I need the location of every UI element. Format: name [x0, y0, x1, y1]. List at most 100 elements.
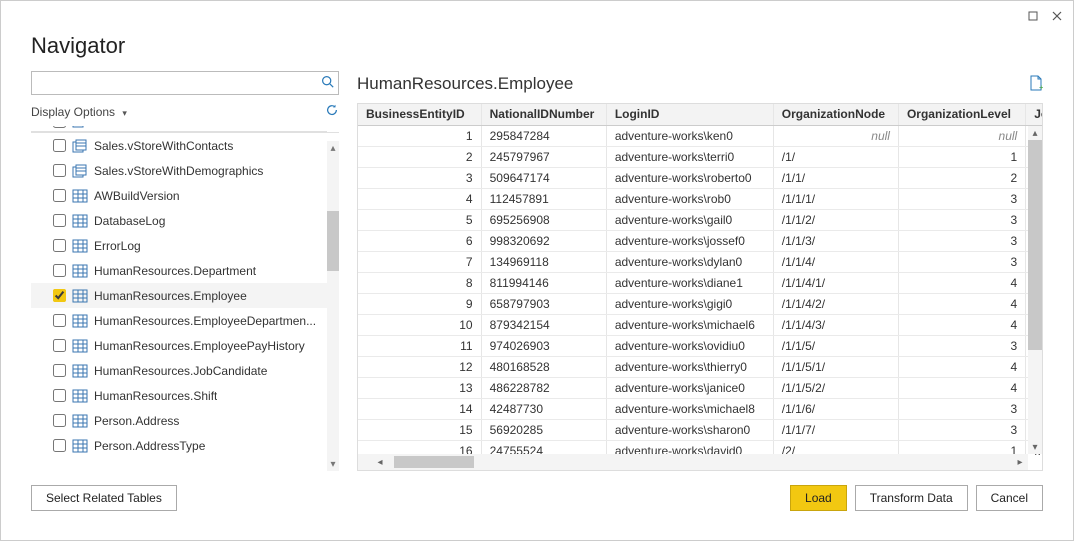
table-cell: 10	[358, 314, 481, 335]
close-button[interactable]	[1045, 5, 1069, 27]
table-cell: adventure-works\thierry0	[606, 356, 773, 377]
table-cell: 12	[358, 356, 481, 377]
table-cell: 658797903	[481, 293, 606, 314]
cancel-button[interactable]: Cancel	[976, 485, 1043, 511]
tree-checkbox[interactable]	[53, 126, 66, 128]
table-cell: /1/1/4/3/	[773, 314, 898, 335]
tree-item[interactable]: HumanResources.Shift	[31, 383, 327, 408]
tree-checkbox[interactable]	[53, 439, 66, 452]
column-header[interactable]: LoginID	[606, 104, 773, 125]
tree-checkbox[interactable]	[53, 239, 66, 252]
table-row[interactable]: 2245797967adventure-works\terri0/1/1Vice	[358, 146, 1043, 167]
table-row[interactable]: 8811994146adventure-works\diane1/1/1/4/1…	[358, 272, 1043, 293]
table-row[interactable]: 1295847284adventure-works\ken0nullnullCh…	[358, 125, 1043, 146]
table-cell: 2	[898, 167, 1025, 188]
tree-item[interactable]: HumanResources.JobCandidate	[31, 358, 327, 383]
table-row[interactable]: 10879342154adventure-works\michael6/1/1/…	[358, 314, 1043, 335]
tree-item[interactable]: HumanResources.EmployeeDepartmen...	[31, 308, 327, 333]
table-cell: 112457891	[481, 188, 606, 209]
tree-item[interactable]: Sales.vStoreWithContacts	[31, 133, 327, 158]
table-icon	[72, 389, 88, 403]
column-header[interactable]: NationalIDNumber	[481, 104, 606, 125]
scroll-right-arrow[interactable]: ▸	[1012, 454, 1028, 470]
table-row[interactable]: 1442487730adventure-works\michael8/1/1/6…	[358, 398, 1043, 419]
tree-checkbox[interactable]	[53, 189, 66, 202]
tree-item[interactable]: Person.AddressType	[31, 433, 327, 458]
tree-list: Sales.vStoreWithContactsSales.vStoreWith…	[31, 133, 327, 458]
tree-checkbox[interactable]	[53, 364, 66, 377]
refresh-icon[interactable]	[325, 103, 339, 120]
table-row[interactable]: 6998320692adventure-works\jossef0/1/1/3/…	[358, 230, 1043, 251]
scroll-left-arrow[interactable]: ◂	[372, 454, 388, 470]
table-row[interactable]: 7134969118adventure-works\dylan0/1/1/4/3…	[358, 251, 1043, 272]
maximize-button[interactable]	[1021, 5, 1045, 27]
scroll-down-arrow[interactable]: ▾	[1028, 440, 1042, 454]
tree-item[interactable]: HumanResources.Employee	[31, 283, 327, 308]
preview-pane: HumanResources.Employee + BusinessEntity…	[357, 71, 1043, 471]
tree-checkbox[interactable]	[53, 289, 66, 302]
grid-vertical-scrollbar[interactable]: ▴ ▾	[1028, 126, 1042, 454]
tree-item[interactable]: HumanResources.Department	[31, 258, 327, 283]
tree-item-label: HumanResources.Shift	[94, 389, 217, 403]
tree-checkbox[interactable]	[53, 389, 66, 402]
search-icon[interactable]	[321, 75, 334, 91]
table-row[interactable]: 5695256908adventure-works\gail0/1/1/2/3D…	[358, 209, 1043, 230]
grid-horizontal-scrollbar[interactable]: ◂ ▸	[358, 454, 1028, 470]
tree-item[interactable]: HumanResources.EmployeePayHistory	[31, 333, 327, 358]
table-row[interactable]: 13486228782adventure-works\janice0/1/1/5…	[358, 377, 1043, 398]
table-cell: /1/1/4/	[773, 251, 898, 272]
tree-item[interactable]: Person.Address	[31, 408, 327, 433]
table-row[interactable]: 11974026903adventure-works\ovidiu0/1/1/5…	[358, 335, 1043, 356]
scrollbar-thumb[interactable]	[394, 456, 474, 468]
tree-item-label: AWBuildVersion	[94, 189, 180, 203]
scroll-up-arrow[interactable]: ▴	[1028, 126, 1042, 140]
column-header[interactable]: JobTitle	[1026, 104, 1043, 125]
tree-checkbox[interactable]	[53, 264, 66, 277]
tree-checkbox[interactable]	[53, 414, 66, 427]
tree-checkbox[interactable]	[53, 214, 66, 227]
table-cell: 8	[358, 272, 481, 293]
column-header[interactable]: OrganizationLevel	[898, 104, 1025, 125]
scroll-up-arrow[interactable]: ▴	[327, 141, 339, 155]
tree-item[interactable]: ErrorLog	[31, 233, 327, 258]
tree-vertical-scrollbar[interactable]: ▴ ▾	[327, 141, 339, 471]
table-cell: /1/1/5/1/	[773, 356, 898, 377]
scroll-down-arrow[interactable]: ▾	[327, 457, 339, 471]
column-header[interactable]: BusinessEntityID	[358, 104, 481, 125]
table-row[interactable]: 1556920285adventure-works\sharon0/1/1/7/…	[358, 419, 1043, 440]
table-icon	[72, 314, 88, 328]
column-header[interactable]: OrganizationNode	[773, 104, 898, 125]
tree-checkbox[interactable]	[53, 314, 66, 327]
search-input[interactable]	[38, 76, 321, 90]
tree-item[interactable]: AWBuildVersion	[31, 183, 327, 208]
table-cell: 11	[358, 335, 481, 356]
table-cell: 4	[898, 314, 1025, 335]
table-row[interactable]: 4112457891adventure-works\rob0/1/1/1/3Se…	[358, 188, 1043, 209]
table-cell: 3	[898, 209, 1025, 230]
select-related-tables-button[interactable]: Select Related Tables	[31, 485, 177, 511]
transform-data-button[interactable]: Transform Data	[855, 485, 968, 511]
table-cell: 4	[358, 188, 481, 209]
tree-checkbox[interactable]	[53, 339, 66, 352]
table-row[interactable]: 3509647174adventure-works\roberto0/1/1/2…	[358, 167, 1043, 188]
tree-item-label: Person.AddressType	[94, 439, 205, 453]
table-cell: adventure-works\gigi0	[606, 293, 773, 314]
search-box[interactable]	[31, 71, 339, 95]
tree-item-label: HumanResources.EmployeePayHistory	[94, 339, 305, 353]
tree-item[interactable]: Sales.vStoreWithDemographics	[31, 158, 327, 183]
scrollbar-thumb[interactable]	[1028, 140, 1042, 350]
tree-checkbox[interactable]	[53, 139, 66, 152]
chevron-down-icon: ▾	[122, 108, 127, 118]
load-button[interactable]: Load	[790, 485, 847, 511]
tree-item[interactable]: DatabaseLog	[31, 208, 327, 233]
table-cell: adventure-works\ovidiu0	[606, 335, 773, 356]
view-icon	[72, 139, 88, 153]
table-cell: 3	[898, 188, 1025, 209]
create-blank-query-icon[interactable]: +	[1029, 75, 1043, 94]
table-row[interactable]: 12480168528adventure-works\thierry0/1/1/…	[358, 356, 1043, 377]
tree-checkbox[interactable]	[53, 164, 66, 177]
table-cell: 134969118	[481, 251, 606, 272]
display-options-dropdown[interactable]: Display Options ▾	[31, 105, 127, 119]
table-row[interactable]: 9658797903adventure-works\gigi0/1/1/4/2/…	[358, 293, 1043, 314]
scrollbar-thumb[interactable]	[327, 211, 339, 271]
